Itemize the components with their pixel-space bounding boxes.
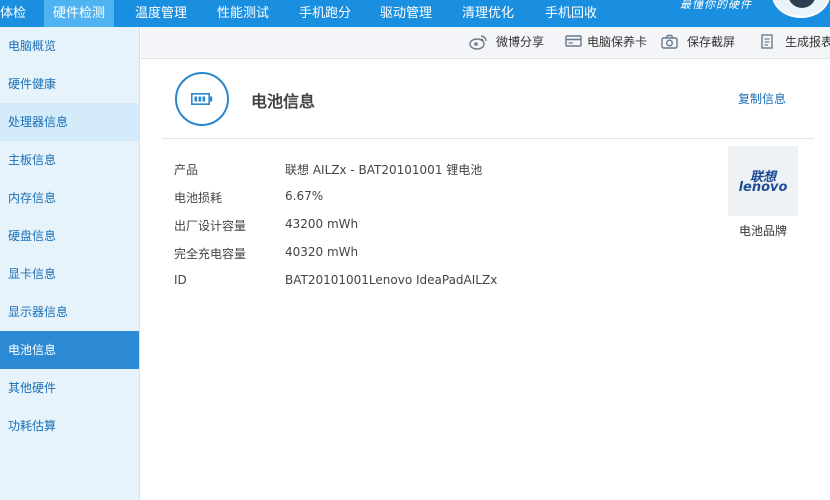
- id-value: BAT20101001Lenovo IdeaPadAILZx: [285, 273, 498, 287]
- product-label: 产品: [174, 163, 199, 177]
- sidebar-item-other-hardware[interactable]: 其他硬件: [0, 369, 139, 407]
- tab-driver[interactable]: 驱动管理: [371, 0, 441, 27]
- sidebar-item-battery[interactable]: 电池信息: [0, 331, 139, 369]
- sidebar-item-overview[interactable]: 电脑概览: [0, 27, 139, 65]
- generate-report-button[interactable]: 生成报表: [759, 27, 830, 58]
- camera-icon: [661, 34, 678, 49]
- design-capacity-label: 出厂设计容量: [174, 219, 247, 233]
- brand-logo: 联想 lenovo: [728, 146, 798, 216]
- tab-checkup[interactable]: 体检: [0, 0, 26, 27]
- card-icon: [565, 35, 582, 47]
- sidebar-item-motherboard[interactable]: 主板信息: [0, 141, 139, 179]
- save-screenshot-label: 保存截屏: [687, 35, 736, 49]
- top-nav: 体检 硬件检测 温度管理 性能测试 手机跑分 驱动管理 清理优化 手机回收 最懂…: [0, 0, 830, 27]
- sidebar-item-disk[interactable]: 硬盘信息: [0, 217, 139, 255]
- design-capacity-value: 43200 mWh: [285, 217, 359, 231]
- sidebar-item-cpu[interactable]: 处理器信息: [0, 103, 139, 141]
- tab-cleanup[interactable]: 清理优化: [453, 0, 523, 27]
- page-title: 电池信息: [251, 92, 316, 111]
- slogan: 最懂你的硬件: [680, 0, 752, 11]
- tab-phone-benchmark[interactable]: 手机跑分: [290, 0, 360, 27]
- save-screenshot-button[interactable]: 保存截屏: [661, 27, 741, 58]
- wear-label: 电池损耗: [174, 191, 223, 205]
- full-charge-capacity-label: 完全充电容量: [174, 247, 247, 261]
- wear-value: 6.67%: [285, 189, 324, 203]
- sidebar-item-health[interactable]: 硬件健康: [0, 65, 139, 103]
- sidebar-item-power-estimate[interactable]: 功耗估算: [0, 407, 139, 445]
- tab-performance[interactable]: 性能测试: [208, 0, 278, 27]
- tab-hardware-detection[interactable]: 硬件检测: [44, 0, 114, 27]
- brand-logo-en: lenovo: [738, 180, 788, 195]
- report-icon: [761, 34, 773, 49]
- weibo-icon: [469, 35, 487, 50]
- copy-info-link[interactable]: 复制信息: [738, 90, 786, 107]
- sidebar: 电脑概览 硬件健康 处理器信息 主板信息 内存信息 硬盘信息 显卡信息 显示器信…: [0, 27, 140, 500]
- mascot-avatar: [772, 0, 830, 18]
- battery-icon: [191, 93, 213, 105]
- sidebar-item-gpu[interactable]: 显卡信息: [0, 255, 139, 293]
- warranty-card-button[interactable]: 电脑保养卡: [565, 27, 649, 58]
- brand-caption: 电池品牌: [738, 224, 787, 238]
- generate-report-label: 生成报表: [785, 35, 830, 49]
- header-divider: [162, 138, 814, 139]
- tab-temperature[interactable]: 温度管理: [126, 0, 196, 27]
- toolbar: 微博分享 电脑保养卡 保存截屏 生成报表: [141, 27, 830, 59]
- warranty-card-label: 电脑保养卡: [587, 35, 648, 49]
- weibo-share-button[interactable]: 微博分享: [469, 27, 549, 58]
- weibo-share-label: 微博分享: [496, 35, 545, 49]
- battery-badge: [175, 72, 229, 126]
- tab-phone-recycle[interactable]: 手机回收: [536, 0, 606, 27]
- sidebar-item-memory[interactable]: 内存信息: [0, 179, 139, 217]
- id-label: ID: [174, 273, 187, 287]
- product-value: 联想 AILZx - BAT20101001 锂电池: [285, 163, 483, 177]
- full-charge-capacity-value: 40320 mWh: [285, 245, 359, 259]
- sidebar-item-monitor[interactable]: 显示器信息: [0, 293, 139, 331]
